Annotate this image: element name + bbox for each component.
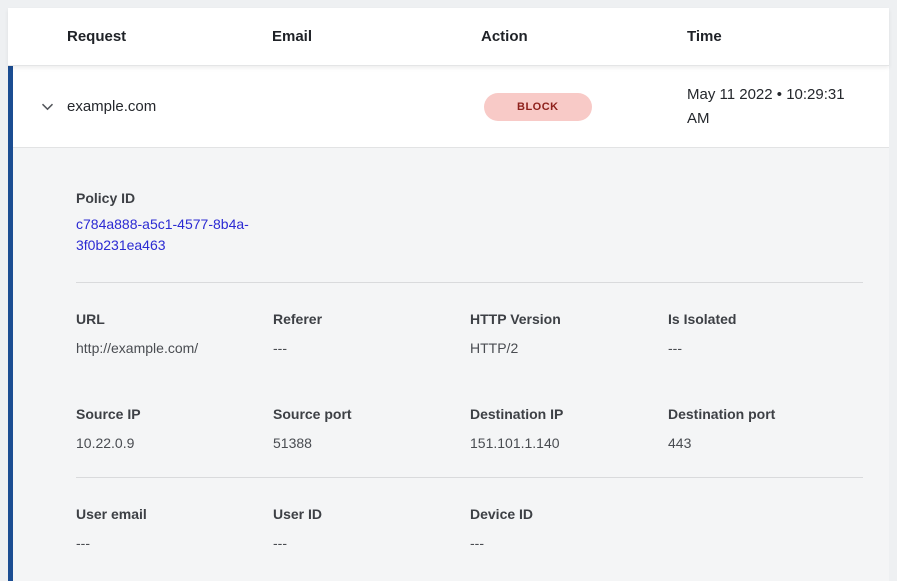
- column-header-action: Action: [481, 28, 687, 45]
- field-label: Source port: [273, 406, 456, 422]
- block-status-badge: BLOCK: [484, 93, 592, 121]
- column-header-email: Email: [272, 28, 481, 45]
- field-device-id: Device ID ---: [470, 506, 668, 551]
- field-label: Source IP: [76, 406, 259, 422]
- field-value: HTTP/2: [470, 340, 654, 356]
- field-label: Device ID: [470, 506, 654, 522]
- field-label: Destination port: [668, 406, 849, 422]
- field-value: 443: [668, 435, 849, 451]
- field-label: Destination IP: [470, 406, 654, 422]
- field-referer: Referer ---: [273, 311, 470, 356]
- field-value: ---: [273, 535, 456, 551]
- field-value: http://example.com/: [76, 340, 259, 356]
- field-http-version: HTTP Version HTTP/2: [470, 311, 668, 356]
- expanded-row-group: example.com BLOCK May 11 2022 • 10:29:31…: [8, 66, 889, 581]
- field-value: 10.22.0.9: [76, 435, 259, 451]
- detail-section-user: User email --- User ID --- Device ID ---: [76, 506, 863, 551]
- column-header-time: Time: [687, 28, 889, 45]
- section-divider: [76, 282, 863, 283]
- table-header: Request Email Action Time: [8, 8, 889, 66]
- empty-field: [668, 506, 863, 551]
- field-value: ---: [668, 340, 849, 356]
- field-value: ---: [273, 340, 456, 356]
- field-user-email: User email ---: [76, 506, 273, 551]
- field-value: 151.101.1.140: [470, 435, 654, 451]
- field-source-port: Source port 51388: [273, 406, 470, 451]
- field-label: HTTP Version: [470, 311, 654, 327]
- action-cell: BLOCK: [481, 93, 687, 121]
- time-cell: May 11 2022 • 10:29:31 AM: [687, 83, 859, 131]
- field-label: URL: [76, 311, 259, 327]
- table-row[interactable]: example.com BLOCK May 11 2022 • 10:29:31…: [13, 66, 889, 148]
- field-label: Is Isolated: [668, 311, 849, 327]
- detail-section-request: URL http://example.com/ Referer --- HTTP…: [76, 311, 863, 356]
- field-value: ---: [76, 535, 259, 551]
- request-log-table: Request Email Action Time example.com BL…: [8, 8, 889, 581]
- column-header-request: Request: [67, 28, 272, 45]
- section-divider: [76, 477, 863, 478]
- field-url: URL http://example.com/: [76, 311, 273, 356]
- field-destination-port: Destination port 443: [668, 406, 863, 451]
- request-detail-panel: Policy ID c784a888-a5c1-4577-8b4a-3f0b23…: [13, 148, 889, 581]
- field-value: 51388: [273, 435, 456, 451]
- field-label: User ID: [273, 506, 456, 522]
- field-value: ---: [470, 535, 654, 551]
- field-is-isolated: Is Isolated ---: [668, 311, 863, 356]
- detail-section-network: Source IP 10.22.0.9 Source port 51388 De…: [76, 406, 863, 451]
- field-label: Policy ID: [76, 190, 863, 206]
- field-policy-id: Policy ID c784a888-a5c1-4577-8b4a-3f0b23…: [76, 190, 863, 256]
- field-destination-ip: Destination IP 151.101.1.140: [470, 406, 668, 451]
- field-source-ip: Source IP 10.22.0.9: [76, 406, 273, 451]
- field-label: User email: [76, 506, 259, 522]
- chevron-down-icon[interactable]: [39, 98, 56, 115]
- request-cell: example.com: [67, 98, 272, 115]
- field-label: Referer: [273, 311, 456, 327]
- field-user-id: User ID ---: [273, 506, 470, 551]
- policy-id-link[interactable]: c784a888-a5c1-4577-8b4a-3f0b231ea463: [76, 214, 276, 256]
